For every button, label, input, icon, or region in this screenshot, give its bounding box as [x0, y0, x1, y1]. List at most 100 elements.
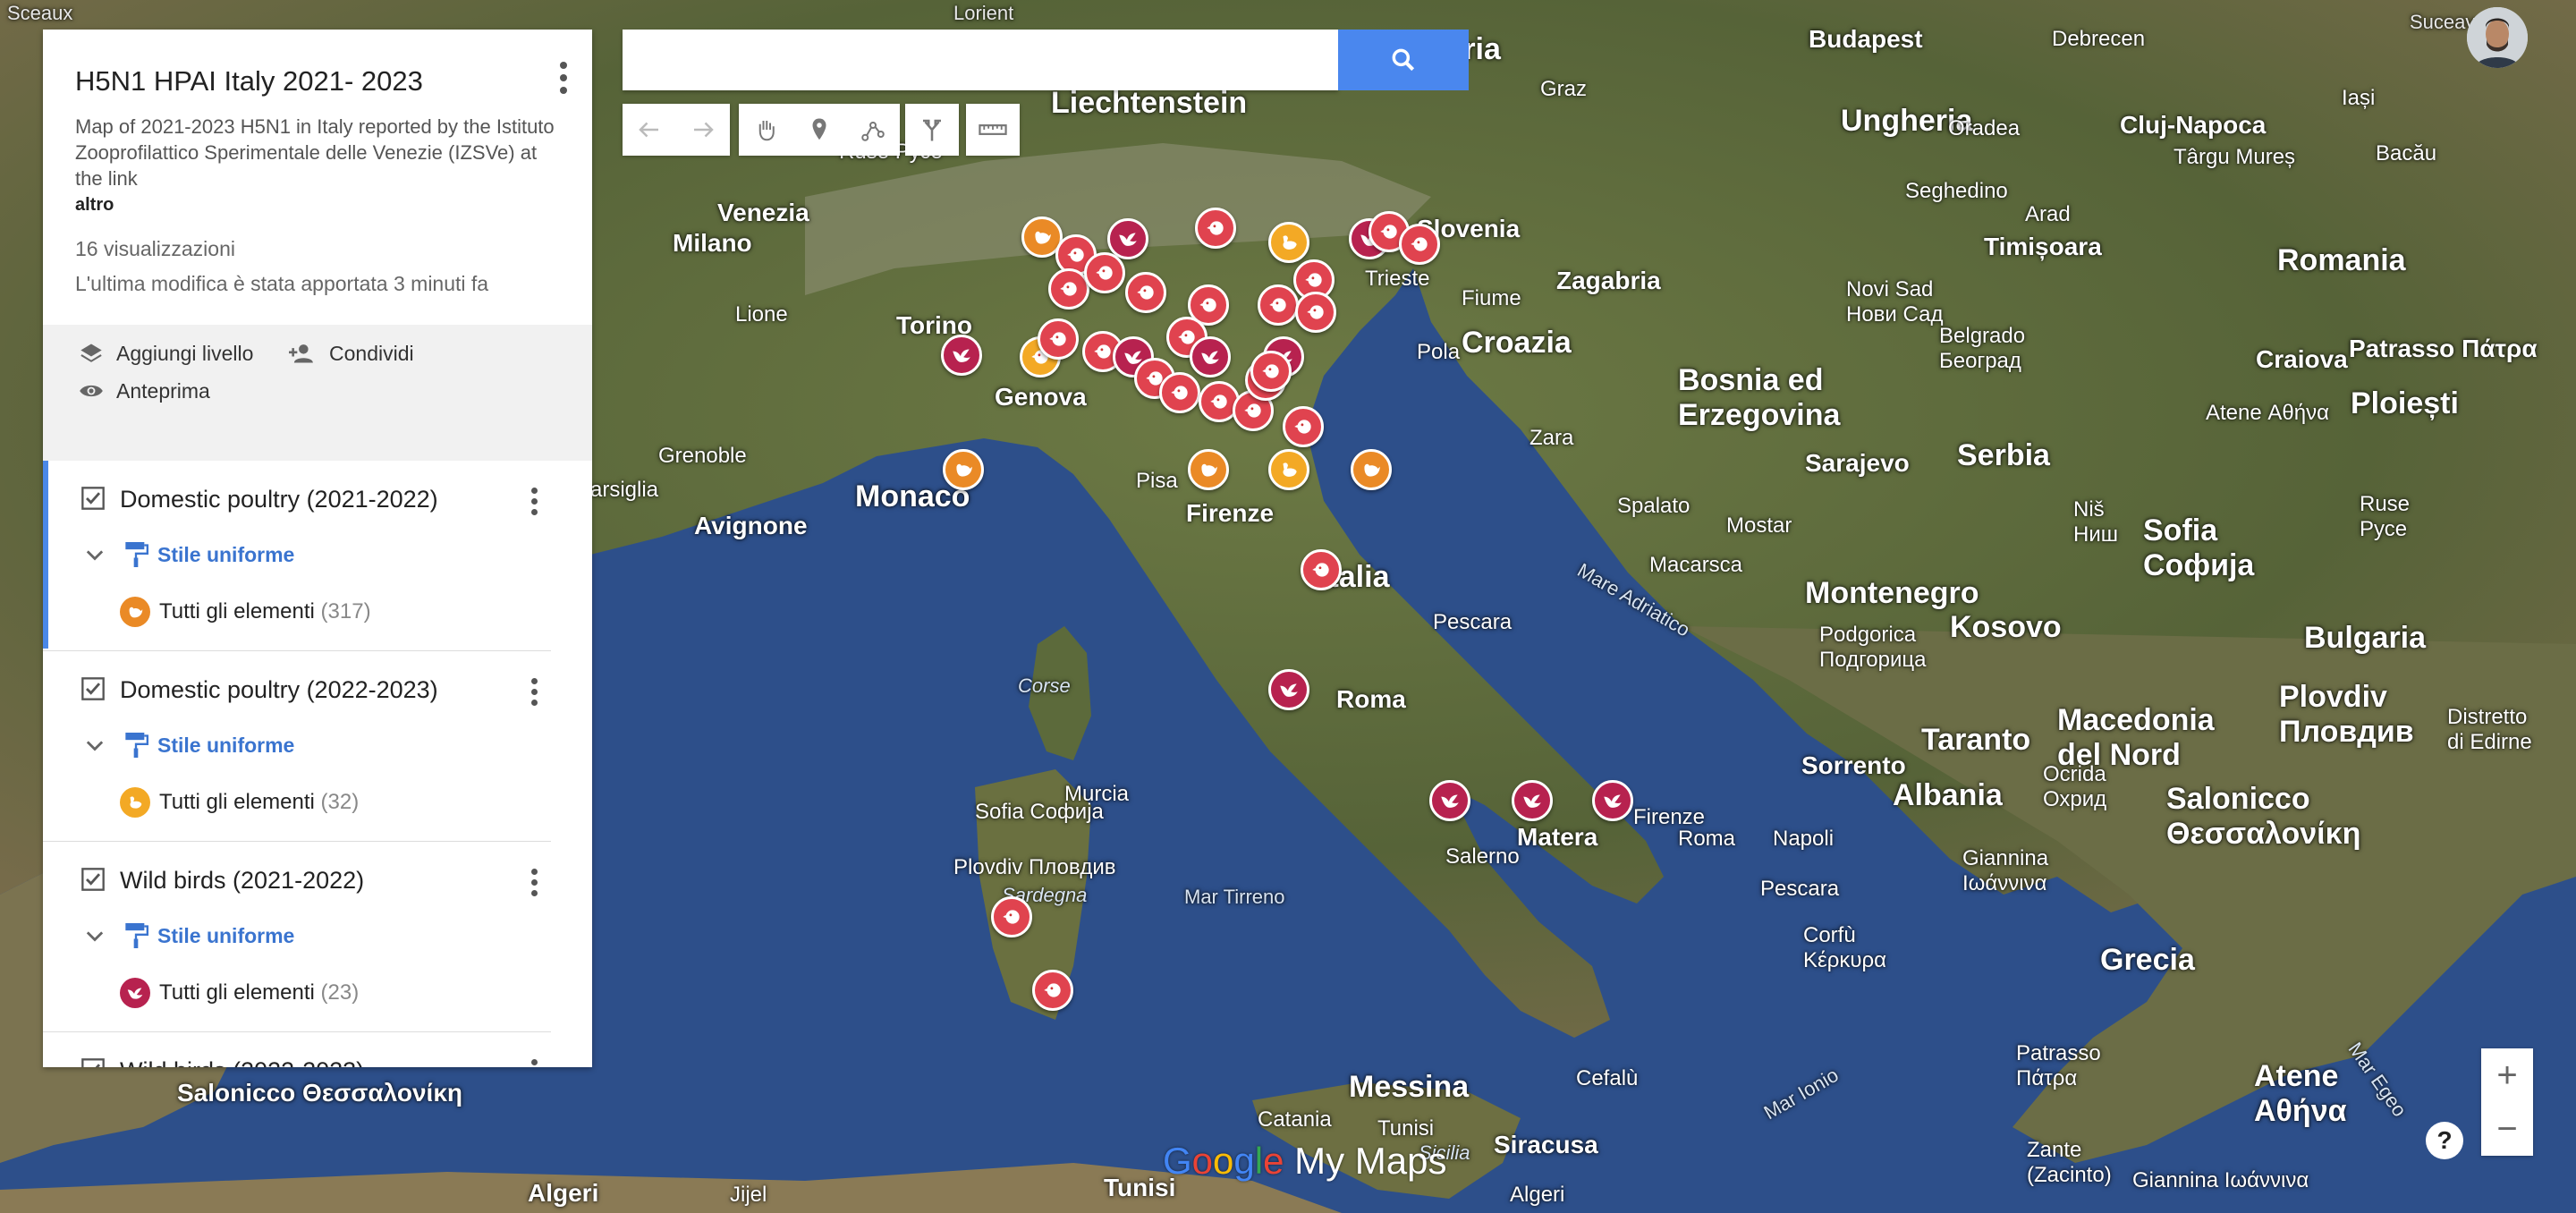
chick-icon	[1067, 248, 1084, 262]
outbreak-marker[interactable]	[1429, 780, 1470, 821]
layer-options-button[interactable]	[530, 488, 538, 520]
elements-label[interactable]: Tutti gli elementi (317)	[159, 599, 371, 624]
outbreak-marker[interactable]	[1188, 449, 1229, 490]
outbreak-marker[interactable]	[1159, 372, 1200, 413]
search-box[interactable]	[623, 30, 1338, 90]
chevron-down-icon[interactable]	[82, 924, 107, 949]
label-sassari: Sofia Софија	[975, 800, 1104, 824]
outbreak-marker[interactable]	[1268, 449, 1309, 490]
undo-icon	[639, 122, 658, 138]
outbreak-marker[interactable]	[1032, 970, 1073, 1011]
draw-line-button[interactable]	[846, 104, 900, 156]
elements-label[interactable]: Tutti gli elementi (23)	[159, 980, 359, 1005]
chick-icon	[1294, 420, 1311, 434]
outbreak-marker[interactable]	[1301, 549, 1342, 590]
more-icon	[560, 62, 567, 69]
outbreak-marker[interactable]	[943, 449, 984, 490]
bird-icon	[1523, 794, 1541, 808]
share-button[interactable]: Condividi	[284, 341, 414, 366]
outbreak-marker[interactable]	[1512, 780, 1553, 821]
label-genova: Genova	[995, 383, 1087, 411]
layer-options-button[interactable]	[530, 1059, 538, 1067]
chevron-down-icon[interactable]	[82, 734, 107, 759]
label-cefalu: Tunisi	[1377, 1116, 1435, 1141]
layer-options-button[interactable]	[530, 678, 538, 710]
outbreak-marker[interactable]	[941, 335, 982, 376]
map-title[interactable]: H5N1 HPAI Italy 2021- 2023	[75, 65, 560, 98]
add-marker-icon	[812, 118, 826, 140]
zoom-in-button[interactable]: +	[2481, 1048, 2533, 1102]
bird-icon	[953, 349, 970, 362]
label-kosovo: Kosovo	[1950, 610, 2062, 644]
outbreak-marker[interactable]	[991, 896, 1032, 937]
checkbox-checked-icon[interactable]	[80, 1057, 106, 1067]
outbreak-marker[interactable]	[1295, 292, 1336, 333]
add-layer-button[interactable]: Aggiungi livello	[77, 341, 253, 366]
category-icon	[120, 978, 150, 1008]
outbreak-marker[interactable]	[1190, 336, 1231, 377]
label-tirreno: Mar Tirreno	[1184, 886, 1285, 908]
avatar[interactable]	[2467, 7, 2528, 68]
outbreak-marker[interactable]	[1195, 208, 1236, 249]
label-bosnia: Bosnia ed Erzegovina	[1678, 363, 1841, 432]
outbreak-marker[interactable]	[1268, 669, 1309, 710]
layer-item[interactable]: Domestic poultry (2021-2022) Stile unifo…	[43, 461, 551, 651]
more-icon	[530, 488, 538, 494]
map-options-button[interactable]	[558, 62, 569, 94]
outbreak-marker[interactable]	[1107, 218, 1148, 259]
style-label[interactable]: Stile uniforme	[157, 734, 294, 758]
outbreak-marker[interactable]	[1125, 272, 1166, 313]
layer-name[interactable]: Domestic poultry (2022-2023)	[120, 676, 438, 704]
add-marker-button[interactable]	[792, 104, 846, 156]
layer-item[interactable]: Wild birds (2022-2023)	[43, 1032, 551, 1067]
outbreak-marker[interactable]	[1268, 222, 1309, 263]
label-bacau: Bacău	[2376, 141, 2437, 165]
search-icon	[1392, 48, 1415, 72]
outbreak-marker[interactable]	[1399, 224, 1440, 265]
pan-button[interactable]	[739, 104, 792, 156]
layer-name[interactable]: Wild birds (2021-2022)	[120, 867, 364, 895]
label-marsiglia: Avignone	[694, 512, 808, 539]
checkbox-checked-icon[interactable]	[80, 676, 106, 701]
redo-button[interactable]	[676, 104, 730, 156]
zoom-controls: + −	[2481, 1048, 2533, 1156]
search-input[interactable]	[623, 30, 1329, 90]
help-button[interactable]: ?	[2426, 1122, 2463, 1159]
label-albania: Albania	[1893, 778, 2003, 812]
chevron-down-icon[interactable]	[82, 543, 107, 568]
more-link[interactable]: altro	[75, 195, 560, 216]
bird-icon	[1441, 794, 1459, 808]
preview-button[interactable]: Anteprima	[77, 378, 210, 403]
style-label[interactable]: Stile uniforme	[157, 924, 294, 948]
label-arad: Arad	[2025, 202, 2071, 226]
layer-options-button[interactable]	[530, 869, 538, 901]
label-bulgaria: Bulgaria	[2304, 621, 2427, 655]
zoom-out-button[interactable]: −	[2481, 1102, 2533, 1156]
layer-name[interactable]: Wild birds (2022-2023)	[120, 1057, 364, 1067]
measure-button[interactable]	[966, 104, 1020, 156]
label-zante: Zante (Zacinto)	[2027, 1138, 2112, 1187]
directions-button[interactable]	[905, 104, 959, 156]
chick-icon	[1137, 285, 1154, 300]
style-label[interactable]: Stile uniforme	[157, 543, 294, 567]
label-serbia: Serbia	[1957, 438, 2050, 472]
outbreak-marker[interactable]	[1592, 780, 1633, 821]
outbreak-marker[interactable]	[1038, 318, 1079, 360]
outbreak-marker[interactable]	[1283, 406, 1324, 447]
checkbox-checked-icon[interactable]	[80, 867, 106, 892]
outbreak-marker[interactable]	[1084, 252, 1125, 293]
checkbox-checked-icon[interactable]	[80, 486, 106, 511]
label-belgrado: Belgrado Београд	[1939, 324, 2026, 373]
label-mostar: Mostar	[1726, 513, 1792, 538]
elements-label[interactable]: Tutti gli elementi (32)	[159, 790, 359, 815]
layer-item[interactable]: Domestic poultry (2022-2023) Stile unifo…	[43, 651, 551, 842]
outbreak-marker[interactable]	[1258, 284, 1299, 326]
search-button[interactable]	[1338, 30, 1469, 90]
outbreak-marker[interactable]	[1250, 351, 1292, 392]
layer-item[interactable]: Wild birds (2021-2022) Stile uniforme Tu…	[43, 842, 551, 1032]
outbreak-marker[interactable]	[1351, 449, 1392, 490]
label-macarsca: Macarsca	[1649, 553, 1743, 577]
layer-name[interactable]: Domestic poultry (2021-2022)	[120, 486, 438, 513]
chick-icon	[1380, 225, 1397, 239]
undo-button[interactable]	[623, 104, 676, 156]
